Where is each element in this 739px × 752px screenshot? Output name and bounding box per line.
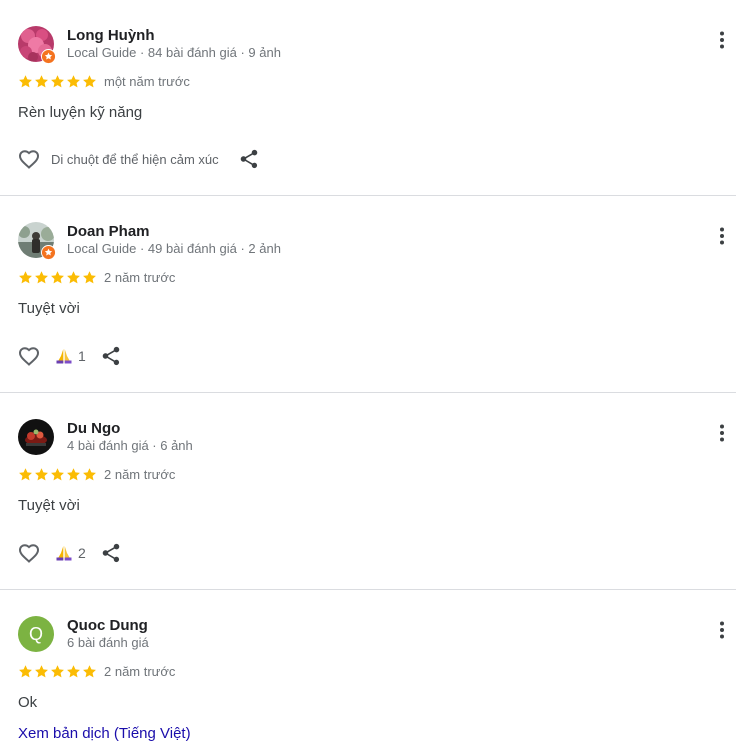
avatar[interactable]: Q <box>18 616 54 652</box>
stars <box>18 467 97 482</box>
reviewer-name[interactable]: Long Huỳnh <box>67 27 154 44</box>
heart-outline-icon[interactable] <box>17 541 41 565</box>
reaction-button[interactable]: 2 <box>55 544 86 562</box>
review-text: Tuyệt vời <box>18 300 80 317</box>
star-icon <box>83 664 96 677</box>
star-icon <box>19 74 32 87</box>
avatar-letter: Q <box>18 616 54 652</box>
star-icon <box>51 467 64 480</box>
review-text: Tuyệt vời <box>18 497 80 514</box>
avatar[interactable] <box>18 26 56 64</box>
share-icon[interactable] <box>100 345 122 367</box>
reviewer-name[interactable]: Du Ngo <box>67 420 120 437</box>
star-icon <box>19 664 32 677</box>
reaction-button[interactable]: 1 <box>55 347 86 365</box>
star-icon <box>35 467 48 480</box>
avatar[interactable] <box>18 419 54 455</box>
reviewer-name[interactable]: Quoc Dung <box>67 617 148 634</box>
stars <box>18 664 97 679</box>
star-icon <box>83 74 96 87</box>
share-icon[interactable] <box>100 542 122 564</box>
star-icon <box>35 74 48 87</box>
avatar[interactable] <box>18 222 56 260</box>
review-text: Rèn luyện kỹ năng <box>18 104 143 121</box>
reviewer-meta: Local Guide · 84 bài đánh giá · 9 ảnh <box>67 45 281 60</box>
star-icon <box>19 270 32 283</box>
stars <box>18 270 97 285</box>
folded-hands-icon <box>56 349 72 364</box>
review-text: Ok <box>18 694 38 711</box>
star-icon <box>35 270 48 283</box>
star-icon <box>51 74 64 87</box>
reaction-count: 2 <box>78 545 86 561</box>
star-icon <box>35 664 48 677</box>
star-icon <box>67 74 80 87</box>
heart-outline-icon[interactable] <box>17 147 41 171</box>
review-date: 2 năm trước <box>104 663 176 679</box>
local-guide-badge-icon <box>41 49 56 64</box>
review-actions: Di chuột để thể hiện cảm xúc <box>17 146 260 172</box>
star-rating: một năm trước <box>18 73 190 89</box>
more-options-icon[interactable] <box>712 423 732 443</box>
reaction-hint: Di chuột để thể hiện cảm xúc <box>51 151 219 167</box>
star-rating: 2 năm trước <box>18 663 175 679</box>
review-date: 2 năm trước <box>104 269 176 285</box>
local-guide-badge-icon <box>41 245 56 260</box>
review-date: một năm trước <box>104 73 190 89</box>
star-icon <box>83 467 96 480</box>
review-date: 2 năm trước <box>104 466 176 482</box>
star-rating: 2 năm trước <box>18 269 175 285</box>
review-actions: 2 <box>17 540 122 566</box>
divider <box>0 392 736 393</box>
more-options-icon[interactable] <box>712 30 732 50</box>
stars <box>18 74 97 89</box>
reviewer-meta: Local Guide · 49 bài đánh giá · 2 ảnh <box>67 241 281 256</box>
more-options-icon[interactable] <box>712 226 732 246</box>
star-icon <box>83 270 96 283</box>
share-icon[interactable] <box>238 148 260 170</box>
star-icon <box>67 270 80 283</box>
divider <box>0 589 736 590</box>
reviewer-meta: 6 bài đánh giá <box>67 635 149 650</box>
heart-outline-icon[interactable] <box>17 344 41 368</box>
reviewer-name[interactable]: Doan Pham <box>67 223 150 240</box>
more-options-icon[interactable] <box>712 620 732 640</box>
star-icon <box>19 467 32 480</box>
reviewer-meta: 4 bài đánh giá · 6 ảnh <box>67 438 193 453</box>
divider <box>0 195 736 196</box>
star-icon <box>67 664 80 677</box>
star-icon <box>51 270 64 283</box>
translate-link[interactable]: Xem bản dịch (Tiếng Việt) <box>18 725 191 742</box>
star-icon <box>51 664 64 677</box>
star-rating: 2 năm trước <box>18 466 175 482</box>
star-icon <box>67 467 80 480</box>
reaction-count: 1 <box>78 348 86 364</box>
review-actions: 1 <box>17 343 122 369</box>
folded-hands-icon <box>56 546 72 561</box>
